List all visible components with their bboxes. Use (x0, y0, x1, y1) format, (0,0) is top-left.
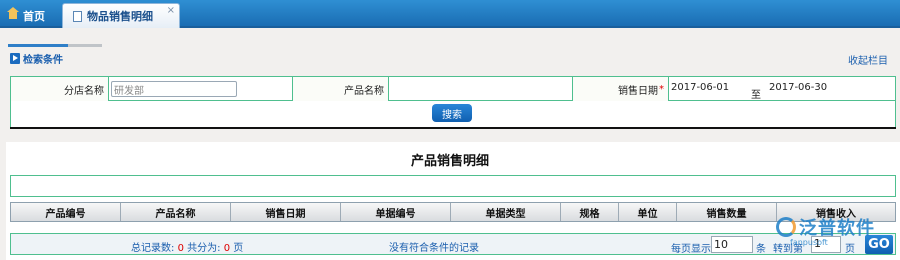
document-icon (73, 10, 82, 22)
expand-arrow-icon (10, 53, 20, 64)
table-header: 产品编号 产品名称 销售日期 单据编号 单据类型 规格 单位 销售数量 销售收入 (10, 202, 896, 222)
pagination-bar: 总记录数: 0 共分为: 0 页 没有符合条件的记录 每页显示 10 条 转到第… (10, 233, 896, 255)
date-from-input[interactable]: 2017-06-01 (671, 82, 729, 93)
logo-subtext: fanpusoft (790, 238, 828, 247)
total-records-label: 总记录数: (131, 243, 175, 254)
search-section-title: 检索条件 (23, 55, 63, 66)
search-form: 分店名称 研发部 产品名称 销售日期 * 2017-06-01 至 2017-06… (10, 76, 896, 128)
jump-page-unit: 页 (845, 244, 855, 255)
search-section-toggle[interactable]: 检索条件 (10, 51, 63, 66)
report-title: 产品销售明细 (410, 154, 489, 169)
search-row: 分店名称 研发部 产品名称 销售日期 * 2017-06-01 至 2017-06… (11, 77, 895, 101)
column-header[interactable]: 产品编号 (11, 203, 121, 221)
section-divider (8, 44, 102, 47)
column-header[interactable]: 销售数量 (677, 203, 777, 221)
sale-date-label-cell: 销售日期 * (573, 77, 669, 101)
sale-date-range: 2017-06-01 至 2017-06-30 (669, 77, 895, 101)
report-filter-area (10, 175, 896, 197)
column-header[interactable]: 单位 (619, 203, 677, 221)
store-name-label: 分店名称 (11, 77, 109, 101)
column-header[interactable]: 销售日期 (231, 203, 341, 221)
tab-sales-detail[interactable]: 物品销售明细 × (62, 3, 180, 28)
search-button[interactable]: 搜索 (432, 104, 472, 122)
total-pages-label: 共分为: (187, 243, 221, 254)
column-header[interactable]: 规格 (561, 203, 619, 221)
product-name-label: 产品名称 (293, 77, 389, 101)
total-pages-unit: 页 (233, 243, 244, 254)
divider (10, 127, 896, 129)
record-summary: 总记录数: 0 共分为: 0 页 (131, 239, 243, 254)
brand-logo: 泛普软件 (776, 214, 875, 240)
required-mark: * (659, 83, 664, 95)
store-name-cell: 研发部 (109, 77, 293, 101)
column-header[interactable]: 单据编号 (341, 203, 451, 221)
tab-home-label: 首页 (23, 9, 45, 23)
tab-bar: 首页 物品销售明细 × (0, 0, 900, 28)
column-header[interactable]: 单据类型 (451, 203, 561, 221)
collapse-section-link[interactable]: 收起栏目 (848, 52, 888, 67)
home-icon (7, 7, 19, 20)
logo-name: 泛普软件 (799, 218, 875, 239)
date-range-separator: 至 (751, 90, 761, 101)
page-size-unit: 条 (756, 244, 766, 255)
page-size-input[interactable]: 10 (711, 236, 753, 253)
product-name-input[interactable] (389, 77, 573, 101)
tab-home[interactable]: 首页 (2, 3, 58, 28)
sale-date-label: 销售日期 (618, 85, 658, 97)
store-name-input[interactable]: 研发部 (111, 81, 237, 97)
close-icon[interactable]: × (167, 5, 175, 16)
empty-message: 没有符合条件的记录 (389, 243, 479, 254)
date-to-input[interactable]: 2017-06-30 (769, 82, 827, 93)
column-header[interactable]: 产品名称 (121, 203, 231, 221)
total-records-value: 0 (177, 243, 184, 254)
total-pages-value: 0 (223, 243, 231, 254)
logo-icon (776, 217, 796, 237)
page-size-label: 每页显示 (671, 244, 711, 255)
tab-sales-detail-label: 物品销售明细 (87, 10, 153, 23)
